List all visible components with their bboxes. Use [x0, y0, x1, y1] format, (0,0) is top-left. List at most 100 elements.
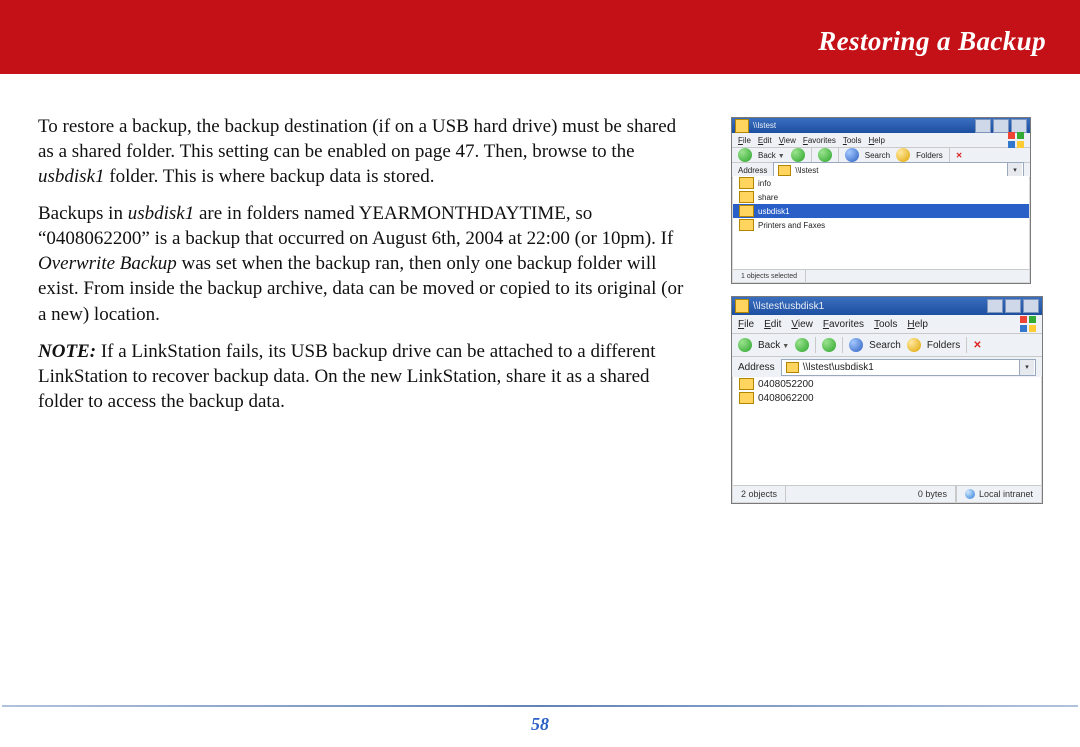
close-button[interactable] [1011, 119, 1027, 133]
menu-tools[interactable]: Tools [843, 136, 862, 145]
status-zone-label: Local intranet [979, 489, 1033, 499]
status-left: 2 objects [733, 486, 786, 502]
maximize-button[interactable] [993, 119, 1009, 133]
explorer-window-usbdisk1: \\lstest\usbdisk1 File Edit View Favorit… [731, 296, 1043, 504]
usbdisk1-term: usbdisk1 [38, 166, 105, 187]
up-icon[interactable] [818, 148, 832, 162]
menu-help[interactable]: Help [869, 136, 885, 145]
menu-favorites[interactable]: Favorites [803, 136, 836, 145]
list-item[interactable]: info [733, 176, 1029, 190]
folders-button[interactable]: Folders [916, 151, 943, 160]
address-label: Address [738, 362, 775, 373]
menu-view[interactable]: View [779, 136, 796, 145]
menubar: File Edit View Favorites Tools Help [732, 315, 1042, 334]
close-button[interactable] [1023, 299, 1039, 313]
up-icon[interactable] [822, 338, 836, 352]
search-icon[interactable] [849, 338, 863, 352]
search-button[interactable]: Search [865, 151, 890, 160]
status-bar: 2 objects 0 bytes Local intranet [733, 485, 1041, 502]
address-value: \\lstest\usbdisk1 [803, 362, 874, 373]
status-zone: Local intranet [956, 486, 1041, 502]
text: Backups in [38, 203, 128, 224]
folder-icon [739, 205, 754, 217]
status-left: 1 objects selected [733, 270, 806, 282]
address-input[interactable]: \\lstest\usbdisk1 ▾ [781, 359, 1036, 376]
back-icon[interactable] [738, 148, 752, 162]
back-icon[interactable] [738, 338, 752, 352]
menu-tools[interactable]: Tools [874, 319, 897, 330]
search-button[interactable]: Search [869, 340, 901, 351]
menu-edit[interactable]: Edit [764, 319, 781, 330]
globe-icon [965, 489, 975, 499]
menubar: File Edit View Favorites Tools Help [732, 133, 1030, 148]
footer-divider [2, 705, 1078, 707]
delete-icon[interactable]: ✕ [973, 340, 981, 351]
folders-icon[interactable] [907, 338, 921, 352]
menu-favorites[interactable]: Favorites [823, 319, 864, 330]
paragraph-2: Backups in usbdisk1 are in folders named… [38, 201, 686, 326]
titlebar[interactable]: \\lstest\usbdisk1 [732, 297, 1042, 315]
forward-icon[interactable] [795, 338, 809, 352]
address-label: Address [738, 166, 767, 175]
search-icon[interactable] [845, 148, 859, 162]
windows-logo-icon [1008, 132, 1024, 148]
folders-button[interactable]: Folders [927, 340, 960, 351]
windows-logo-icon [1020, 316, 1036, 332]
page-title: Restoring a Backup [818, 26, 1046, 57]
forward-icon[interactable] [791, 148, 805, 162]
folder-icon [739, 177, 754, 189]
note-label: NOTE: [38, 341, 96, 362]
paragraph-1: To restore a backup, the backup destinat… [38, 114, 686, 189]
item-label: 0408052200 [758, 379, 814, 390]
minimize-button[interactable] [987, 299, 1003, 313]
back-button[interactable]: Back [758, 340, 789, 351]
separator [842, 337, 843, 353]
minimize-button[interactable] [975, 119, 991, 133]
body-copy: To restore a backup, the backup destinat… [38, 114, 686, 426]
delete-icon[interactable]: ✕ [956, 151, 963, 160]
text: To restore a backup, the backup destinat… [38, 116, 676, 162]
file-list[interactable]: 0408052200 0408062200 [733, 377, 1041, 483]
item-label: Printers and Faxes [758, 221, 825, 230]
menu-edit[interactable]: Edit [758, 136, 772, 145]
status-mid: 0 bytes [786, 486, 956, 502]
folder-icon [735, 119, 749, 133]
item-label: 0408062200 [758, 393, 814, 404]
folder-icon [778, 165, 791, 176]
folder-icon [735, 299, 749, 313]
separator [966, 337, 967, 353]
text: If a LinkStation fails, its USB backup d… [38, 341, 656, 412]
item-label: usbdisk1 [758, 207, 790, 216]
list-item-selected[interactable]: usbdisk1 [733, 204, 1029, 218]
list-item[interactable]: 0408052200 [733, 377, 1041, 391]
address-bar: Address \\lstest\usbdisk1 ▾ [732, 357, 1042, 378]
address-value: \\lstest [795, 166, 818, 175]
folder-icon [739, 392, 754, 404]
explorer-window-lstest: \\lstest File Edit View Favorites Tools … [731, 117, 1031, 284]
list-item[interactable]: 0408062200 [733, 391, 1041, 405]
maximize-button[interactable] [1005, 299, 1021, 313]
folder-icon [739, 219, 754, 231]
back-button[interactable]: Back [758, 151, 785, 160]
toolbar: Back Search Folders ✕ [732, 334, 1042, 357]
separator [815, 337, 816, 353]
list-item[interactable]: Printers and Faxes [733, 218, 1029, 232]
folder-icon [786, 362, 799, 373]
folder-icon [739, 378, 754, 390]
list-item[interactable]: share [733, 190, 1029, 204]
menu-file[interactable]: File [738, 319, 754, 330]
item-label: info [758, 179, 771, 188]
titlebar[interactable]: \\lstest [732, 118, 1030, 133]
item-label: share [758, 193, 778, 202]
address-dropdown[interactable]: ▾ [1019, 360, 1034, 375]
folder-icon [739, 191, 754, 203]
menu-view[interactable]: View [791, 319, 813, 330]
menu-help[interactable]: Help [907, 319, 928, 330]
status-bar: 1 objects selected [733, 269, 1029, 282]
page-number: 58 [0, 714, 1080, 735]
menu-file[interactable]: File [738, 136, 751, 145]
window-title: \\lstest [753, 121, 776, 130]
file-list[interactable]: info share usbdisk1 Printers and Faxes [733, 176, 1029, 269]
window-title: \\lstest\usbdisk1 [753, 301, 824, 312]
folders-icon[interactable] [896, 148, 910, 162]
